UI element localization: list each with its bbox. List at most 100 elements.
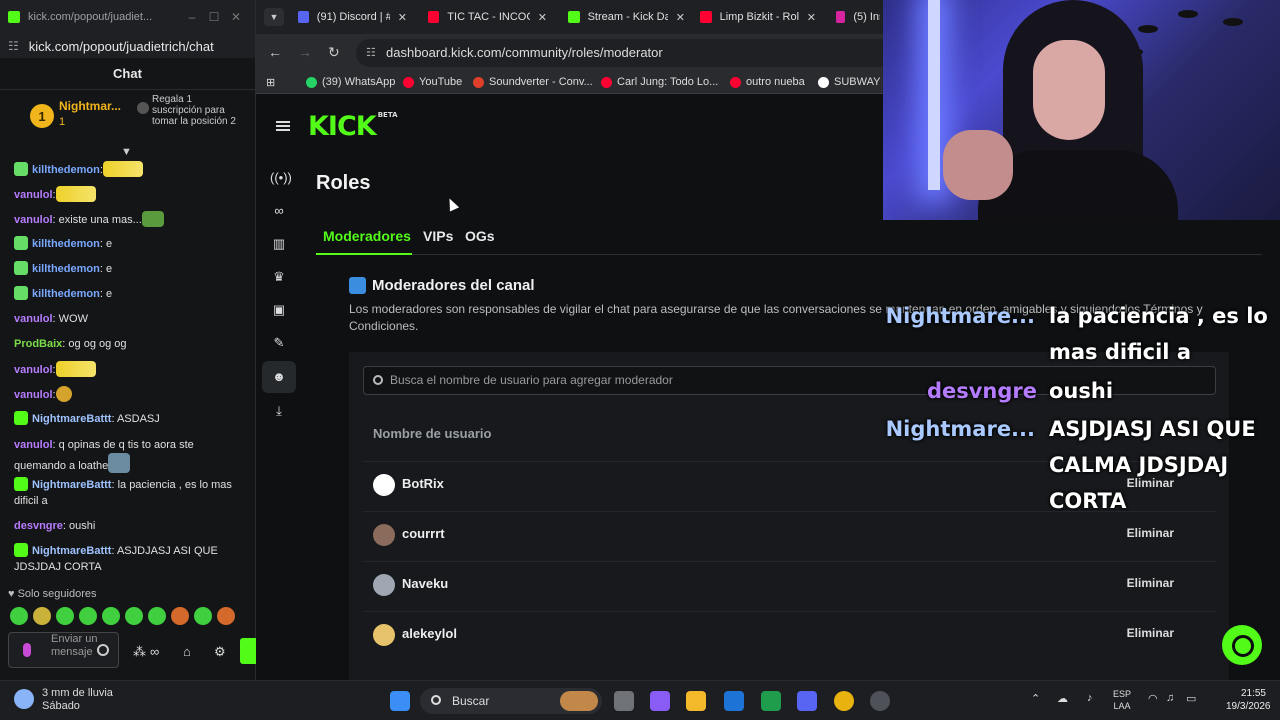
chat-username[interactable]: vanulol [14, 214, 53, 226]
chat-username[interactable]: NightmareBattt [32, 479, 111, 491]
chat-message-input[interactable]: Enviar un mensaje [8, 632, 119, 668]
close-tab-icon[interactable]: ✕ [390, 11, 407, 24]
discord-icon[interactable] [797, 691, 817, 711]
chat-username[interactable]: killthedemon [32, 164, 100, 176]
chat-username[interactable]: vanulol [14, 189, 53, 201]
emote-icon[interactable] [56, 607, 74, 625]
chat-username[interactable]: killthedemon [32, 288, 100, 300]
moderator-name[interactable]: BotRix [402, 476, 444, 491]
stream-icon[interactable]: ((•)) [270, 169, 292, 187]
word-icon[interactable] [724, 691, 744, 711]
microphone-icon[interactable] [23, 643, 31, 657]
taskbar-search[interactable]: Buscar [420, 688, 602, 714]
bookmark-item[interactable]: (39) WhatsApp [306, 76, 395, 88]
pinned-gift-leaderboard[interactable]: 1 Nightmar... 1 Regala 1 suscripción par… [0, 90, 255, 140]
emote-icon[interactable] [148, 607, 166, 625]
menu-icon[interactable] [276, 121, 290, 131]
tab-search-icon[interactable]: ▼ [264, 8, 284, 26]
close-tab-icon[interactable]: ✕ [530, 11, 547, 24]
trophy-icon[interactable]: ♛ [270, 268, 288, 286]
system-clock[interactable]: 21:55 19/3/2026 [1226, 687, 1271, 713]
send-button[interactable] [240, 638, 256, 664]
emote-icon[interactable] [79, 607, 97, 625]
forward-icon[interactable]: → [298, 44, 312, 60]
mic-tray-icon[interactable]: ♪ [1087, 692, 1093, 704]
chat-username[interactable]: NightmareBattt [32, 413, 111, 425]
chat-username[interactable]: desvngre [14, 520, 63, 532]
minimize-icon[interactable]: – [181, 10, 203, 24]
task-view-icon[interactable] [614, 691, 634, 711]
language-indicator[interactable]: ESP LAA [1113, 688, 1131, 712]
browser-tab[interactable]: (91) Discord | #g✕ [290, 4, 415, 30]
chat-username[interactable]: vanulol [14, 364, 53, 376]
remove-moderator-button[interactable]: Eliminar [1127, 576, 1174, 590]
download-icon[interactable]: ⤓ [270, 402, 288, 420]
bookmark-item[interactable]: Carl Jung: Todo Lo... [601, 76, 718, 88]
emote-icon[interactable] [102, 607, 120, 625]
browser-tab[interactable]: (5) Inst [828, 4, 888, 30]
store-icon[interactable]: ⌂ [183, 644, 191, 659]
apps-icon[interactable]: ⊞ [266, 76, 275, 89]
back-icon[interactable]: ← [268, 44, 282, 60]
emoji-icon[interactable] [97, 644, 109, 656]
onedrive-icon[interactable]: ☁ [1057, 692, 1068, 705]
emote-icon[interactable] [217, 607, 235, 625]
bookmark-item[interactable]: Soundverter - Conv... [473, 76, 593, 88]
quick-emotes-icon[interactable]: ⁂ [133, 644, 146, 660]
emote-icon[interactable] [10, 607, 28, 625]
remove-moderator-button[interactable]: Eliminar [1127, 626, 1174, 640]
chat-username[interactable]: vanulol [14, 439, 53, 451]
moderator-name[interactable]: Naveku [402, 576, 448, 591]
maximize-icon[interactable]: ☐ [203, 10, 225, 24]
wifi-icon[interactable]: ◠ [1148, 692, 1158, 705]
community-icon[interactable]: ☻ [262, 361, 296, 393]
collapse-pinned-icon[interactable]: ▼ [121, 146, 132, 158]
emote-icon[interactable] [194, 607, 212, 625]
emote-icon[interactable] [33, 607, 51, 625]
tab-ogs[interactable]: OGs [465, 228, 495, 244]
chat-username[interactable]: vanulol [14, 313, 53, 325]
chat-username[interactable]: killthedemon [32, 263, 100, 275]
obs-icon[interactable] [870, 691, 890, 711]
column-header-username: Nombre de usuario [373, 426, 492, 441]
emote-icon[interactable] [125, 607, 143, 625]
browser-tab[interactable]: Limp Bizkit - Roll ✕ [692, 4, 824, 30]
moderator-name[interactable]: alekeylol [402, 626, 457, 641]
bookmark-item[interactable]: outro nueba [730, 76, 805, 88]
close-tab-icon[interactable]: ✕ [668, 11, 685, 24]
link-icon[interactable]: ∞ [270, 202, 288, 220]
volume-icon[interactable]: ♫ [1166, 692, 1174, 704]
chat-username[interactable]: vanulol [14, 389, 53, 401]
copilot-icon[interactable] [650, 691, 670, 711]
chat-username[interactable]: killthedemon [32, 238, 100, 250]
tray-expand-icon[interactable]: ⌃ [1031, 692, 1040, 705]
tab-moderadores[interactable]: Moderadores [323, 228, 411, 244]
reload-icon[interactable]: ↻ [328, 44, 340, 61]
file-explorer-icon[interactable] [686, 691, 706, 711]
chat-window-urlbar[interactable]: ☷ kick.com/popout/juadietrich/chat [0, 34, 255, 58]
close-icon[interactable]: ✕ [225, 10, 247, 24]
excel-icon[interactable] [761, 691, 781, 711]
start-icon[interactable] [390, 691, 410, 711]
gear-icon[interactable]: ⚙ [214, 644, 226, 660]
browser-tab[interactable]: Stream - Kick Da ✕ [560, 4, 693, 30]
chat-username[interactable]: NightmareBattt [32, 545, 111, 557]
close-tab-icon[interactable]: ✕ [799, 11, 816, 24]
chat-username[interactable]: ProdBaix [14, 338, 62, 350]
browser-tab[interactable]: TIC TAC - INCOG ✕ [420, 4, 555, 30]
site-info-icon[interactable]: ☷ [366, 39, 376, 67]
bookmark-item[interactable]: YouTube [403, 76, 462, 88]
infinity-icon[interactable]: ∞ [150, 644, 159, 659]
help-chat-button[interactable] [1222, 625, 1262, 665]
wrench-icon[interactable]: ✎ [270, 334, 288, 352]
battery-icon[interactable]: ▭ [1186, 692, 1196, 705]
kick-logo[interactable]: KICK BETA [308, 111, 398, 142]
analytics-icon[interactable]: ▥ [270, 235, 288, 253]
tab-vips[interactable]: VIPs [423, 228, 453, 244]
remove-moderator-button[interactable]: Eliminar [1127, 526, 1174, 540]
video-icon[interactable]: ▣ [270, 301, 288, 319]
moderator-name[interactable]: courrrt [402, 526, 445, 541]
emote-icon[interactable] [171, 607, 189, 625]
site-info-icon[interactable]: ☷ [8, 39, 19, 53]
chrome-icon[interactable] [834, 691, 854, 711]
